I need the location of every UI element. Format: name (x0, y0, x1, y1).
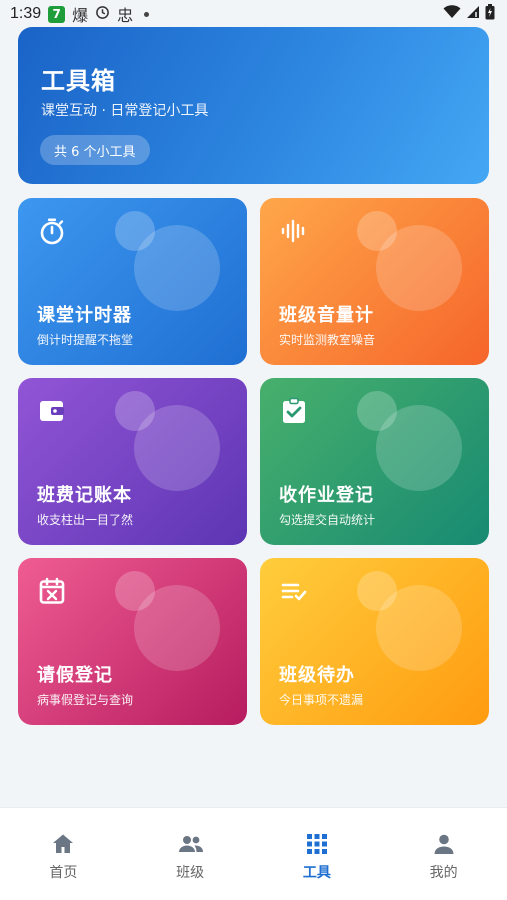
checklist-icon (280, 577, 308, 605)
page-title: 工具箱 (41, 67, 116, 95)
people-icon (178, 832, 204, 856)
tool-card-subtitle: 实时监测教室噪音 (279, 333, 376, 347)
tool-card-class-timer[interactable]: 课堂计时器 倒计时提醒不拖堂 (18, 198, 247, 365)
more-notifications-icon (144, 11, 150, 17)
tool-card-class-fund-ledger[interactable]: 班费记账本 收支柱出一目了然 (18, 378, 247, 545)
tool-card-leave-register[interactable]: 请假登记 病事假登记与查询 (18, 558, 247, 725)
tool-card-subtitle: 今日事项不遗漏 (279, 693, 364, 707)
clipboard-check-icon (280, 397, 308, 425)
tool-card-subtitle: 勾选提交自动统计 (279, 513, 376, 527)
wifi-icon (443, 5, 461, 23)
tool-count-badge: 共 6 个小工具 (40, 135, 150, 165)
notification-app-icon-2: 忠 (117, 6, 134, 25)
decor-circle (115, 571, 155, 611)
battery-icon (485, 4, 495, 24)
tool-card-volume-meter[interactable]: 班级音量计 实时监测教室噪音 (260, 198, 489, 365)
status-time: 1:39 (10, 5, 42, 22)
notification-badge-icon: 7 (48, 5, 66, 23)
tool-card-subtitle: 收支柱出一目了然 (37, 513, 134, 527)
grid-icon (305, 832, 329, 856)
decor-circle (115, 391, 155, 431)
decor-circle (357, 571, 397, 611)
wallet-icon (38, 397, 66, 425)
page-subtitle: 课堂互动 · 日常登记小工具 (41, 103, 209, 119)
decor-circle (115, 211, 155, 251)
decor-circle (357, 211, 397, 251)
tool-card-title: 请假登记 (37, 665, 113, 686)
home-icon (51, 832, 75, 856)
decor-circle (357, 391, 397, 431)
tool-card-title: 班级待办 (279, 665, 355, 686)
stopwatch-icon (38, 217, 66, 245)
nav-label: 工具 (302, 865, 331, 881)
sound-wave-icon (280, 217, 308, 245)
tool-card-homework-register[interactable]: 收作业登记 勾选提交自动统计 (260, 378, 489, 545)
tool-card-subtitle: 病事假登记与查询 (37, 693, 134, 707)
notification-app-icon: 爆 (72, 6, 89, 25)
nav-item-tools[interactable]: 工具 (254, 808, 381, 900)
calendar-cancel-icon (38, 577, 66, 605)
nav-item-me[interactable]: 我的 (380, 808, 507, 900)
nav-label: 班级 (176, 865, 205, 881)
bottom-navigation: 首页 班级 工具 我的 (0, 807, 507, 900)
nav-label: 首页 (49, 865, 78, 881)
nav-item-home[interactable]: 首页 (0, 808, 127, 900)
nav-label: 我的 (429, 865, 458, 881)
status-bar: 1:39 7 爆 忠 (0, 0, 507, 28)
person-icon (432, 832, 456, 856)
tool-card-subtitle: 倒计时提醒不拖堂 (37, 333, 134, 347)
nav-item-class[interactable]: 班级 (127, 808, 254, 900)
tool-card-class-todo[interactable]: 班级待办 今日事项不遗漏 (260, 558, 489, 725)
tool-card-title: 班级音量计 (279, 305, 374, 326)
toolbox-header-banner: 工具箱 课堂互动 · 日常登记小工具 共 6 个小工具 (18, 27, 489, 184)
sync-icon (95, 5, 110, 24)
tool-card-title: 收作业登记 (279, 485, 374, 506)
tool-card-title: 班费记账本 (37, 485, 132, 506)
cell-signal-icon (466, 5, 480, 23)
tool-card-title: 课堂计时器 (37, 305, 132, 326)
